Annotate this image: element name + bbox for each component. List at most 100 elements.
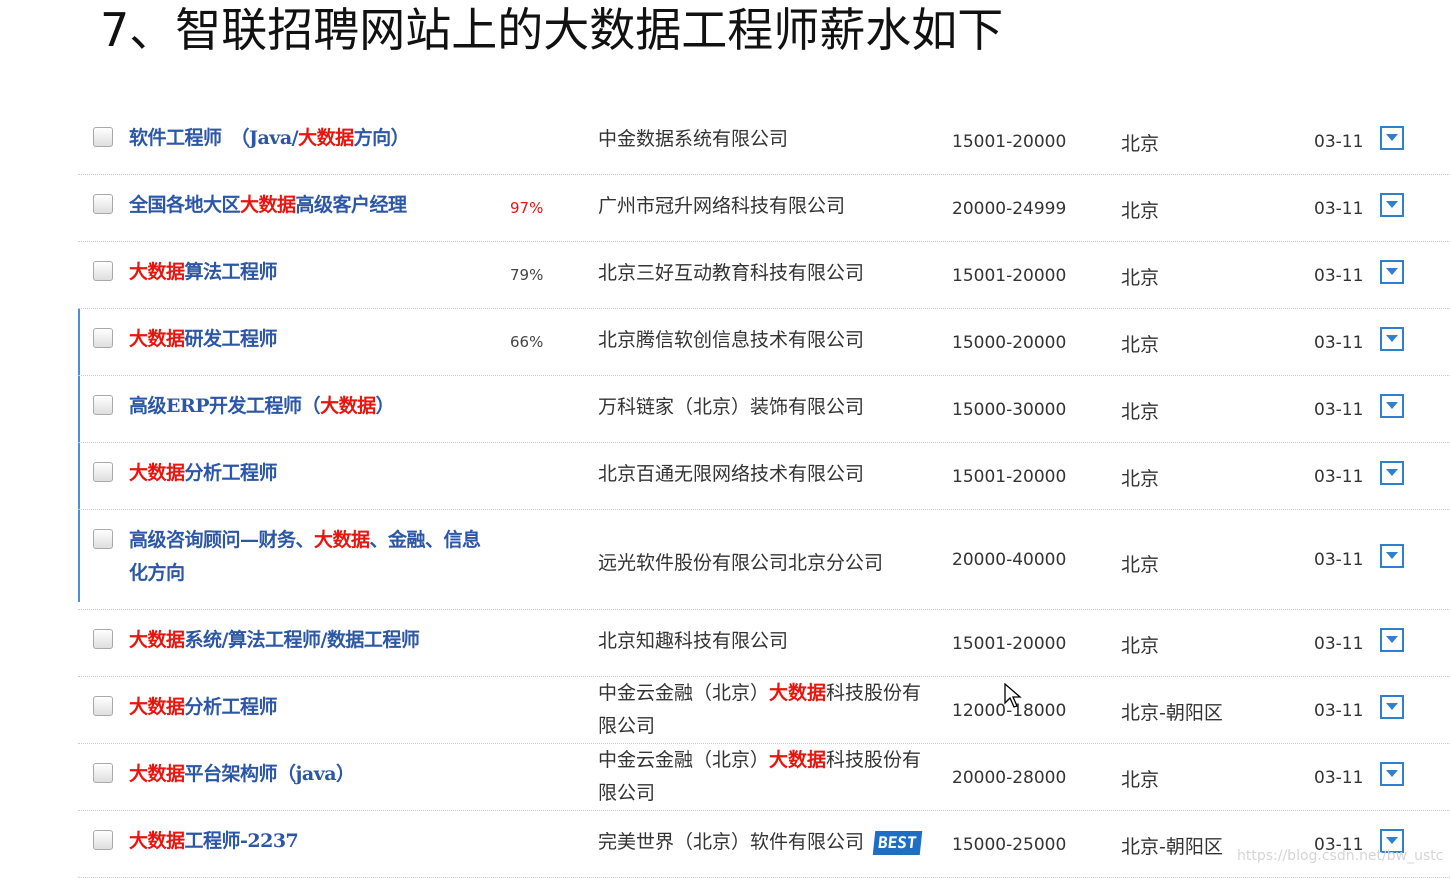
job-title-link[interactable]: 大数据研发工程师 [129, 323, 499, 356]
company-name-link[interactable]: 北京百通无限网络技术有限公司 [598, 458, 938, 491]
text-segment: 北京腾信软创信息技术有限公司 [598, 329, 865, 351]
job-city: 北京 [1121, 401, 1160, 423]
expand-row-button[interactable] [1380, 695, 1404, 719]
chevron-down-icon [1386, 469, 1398, 476]
chevron-down-icon [1386, 335, 1398, 342]
post-date: 03-11 [1314, 199, 1364, 219]
row-checkbox[interactable] [93, 395, 113, 415]
salary-range: 15001-20000 [952, 132, 1067, 152]
job-row: 大数据算法工程师 79% 北京三好互动教育科技有限公司 15001-20000 北京 03… [78, 242, 1450, 309]
job-city: 北京 [1121, 769, 1160, 791]
company-name-link[interactable]: 北京知趣科技有限公司 [598, 625, 938, 658]
job-row: 高级ERP开发工程师（大数据） 万科链家（北京）装饰有限公司 15000-30000… [78, 376, 1450, 443]
expand-row-button[interactable] [1380, 628, 1404, 652]
text-segment: 中金云金融（北京） [598, 749, 770, 771]
job-title-link[interactable]: 大数据系统/算法工程师/数据工程师 [129, 624, 499, 657]
job-row: 大数据研发工程师 66% 北京腾信软创信息技术有限公司 15000-20000 北京 03… [78, 309, 1450, 376]
row-checkbox[interactable] [93, 194, 113, 214]
watermark: https://blog.csdn.net/bw_ustc [1237, 848, 1444, 864]
job-row: 软件工程师 （Java/大数据方向） 中金数据系统有限公司 15001-20000 北… [78, 108, 1450, 175]
chevron-down-icon [1386, 770, 1398, 777]
row-checkbox[interactable] [93, 696, 113, 716]
text-segment: 方向） [353, 127, 410, 149]
expand-row-button[interactable] [1380, 126, 1404, 150]
job-city: 北京 [1121, 334, 1160, 356]
job-title-link[interactable]: 高级咨询顾问—财务、大数据、金融、信息化方向 [129, 524, 499, 590]
row-checkbox[interactable] [93, 462, 113, 482]
text-segment: 万科链家（北京）装饰有限公司 [598, 396, 865, 418]
company-name-link[interactable]: 远光软件股份有限公司北京分公司 [598, 547, 938, 580]
job-title-link[interactable]: 全国各地大区大数据高级客户经理 [129, 189, 499, 222]
job-row: 大数据分析工程师 中金云金融（北京）大数据科技股份有限公司 12000-18000 北… [78, 677, 1450, 744]
text-segment: ） [375, 395, 395, 417]
text-segment: 系统/算法工程师/数据工程师 [184, 629, 420, 651]
chevron-down-icon [1386, 134, 1398, 141]
job-city: 北京 [1121, 635, 1160, 657]
row-checkbox[interactable] [93, 261, 113, 281]
row-checkbox[interactable] [93, 328, 113, 348]
company-name-link[interactable]: 中金云金融（北京）大数据科技股份有限公司 [598, 677, 938, 743]
job-title-link[interactable]: 大数据分析工程师 [129, 691, 499, 724]
job-row: 大数据系统/算法工程师/数据工程师 北京知趣科技有限公司 15001-20000 北京… [78, 610, 1450, 677]
job-city: 北京 [1121, 554, 1160, 576]
expand-row-button[interactable] [1380, 394, 1404, 418]
chevron-down-icon [1386, 552, 1398, 559]
expand-row-button[interactable] [1380, 762, 1404, 786]
post-date: 03-11 [1314, 550, 1364, 570]
keyword-highlight: 大数据 [129, 830, 185, 852]
keyword-highlight: 大数据 [320, 395, 376, 417]
text-segment: 工程师-2237 [184, 830, 299, 852]
company-name-link[interactable]: 广州市冠升网络科技有限公司 [598, 190, 938, 223]
company-name-link[interactable]: 中金数据系统有限公司 [598, 123, 938, 156]
row-checkbox[interactable] [93, 830, 113, 850]
expand-row-button[interactable] [1380, 193, 1404, 217]
salary-range: 20000-40000 [952, 550, 1067, 570]
expand-row-button[interactable] [1380, 260, 1404, 284]
company-name-link[interactable]: 完美世界（北京）软件有限公司 BEST [598, 826, 938, 859]
text-segment: 软件工程师 （Java/ [129, 127, 299, 149]
row-checkbox[interactable] [93, 763, 113, 783]
text-segment: 北京三好互动教育科技有限公司 [598, 262, 865, 284]
job-title-link[interactable]: 大数据工程师-2237 [129, 825, 499, 858]
keyword-highlight: 大数据 [129, 328, 185, 350]
expand-row-button[interactable] [1380, 544, 1404, 568]
expand-row-button[interactable] [1380, 461, 1404, 485]
text-segment: 分析工程师 [184, 696, 278, 718]
job-title-link[interactable]: 软件工程师 （Java/大数据方向） [129, 122, 499, 155]
company-name-link[interactable]: 北京腾信软创信息技术有限公司 [598, 324, 938, 357]
keyword-highlight: 大数据 [129, 462, 185, 484]
row-checkbox[interactable] [93, 529, 113, 549]
job-title-link[interactable]: 大数据分析工程师 [129, 457, 499, 490]
keyword-highlight: 大数据 [240, 194, 296, 216]
job-city: 北京-朝阳区 [1121, 702, 1223, 724]
chevron-down-icon [1386, 268, 1398, 275]
company-name-link[interactable]: 万科链家（北京）装饰有限公司 [598, 391, 938, 424]
job-title-link[interactable]: 大数据算法工程师 [129, 256, 499, 289]
text-segment: 分析工程师 [184, 462, 278, 484]
post-date: 03-11 [1314, 768, 1364, 788]
job-row: 全国各地大区大数据高级客户经理 97% 广州市冠升网络科技有限公司 20000-249… [78, 175, 1450, 242]
job-city: 北京 [1121, 200, 1160, 222]
job-city: 北京-朝阳区 [1121, 836, 1223, 858]
mouse-cursor-icon [1004, 683, 1022, 708]
company-name-link[interactable]: 北京三好互动教育科技有限公司 [598, 257, 938, 290]
text-segment: 高级客户经理 [295, 194, 408, 216]
text-segment: 中金数据系统有限公司 [598, 128, 789, 150]
job-list: 软件工程师 （Java/大数据方向） 中金数据系统有限公司 15001-20000 北… [78, 108, 1450, 878]
job-city: 北京 [1121, 133, 1160, 155]
post-date: 03-11 [1314, 467, 1364, 487]
job-row: 大数据工程师-2237 完美世界（北京）软件有限公司 BEST 15000-25000… [78, 811, 1450, 878]
salary-range: 15001-20000 [952, 467, 1067, 487]
page-title: 7、智联招聘网站上的大数据工程师薪水如下 [100, 3, 1004, 57]
row-checkbox[interactable] [93, 629, 113, 649]
company-name-link[interactable]: 中金云金融（北京）大数据科技股份有限公司 [598, 744, 938, 810]
expand-row-button[interactable] [1380, 327, 1404, 351]
job-title-link[interactable]: 高级ERP开发工程师（大数据） [129, 390, 499, 423]
job-title-link[interactable]: 大数据平台架构师（java） [129, 758, 499, 791]
chevron-down-icon [1386, 201, 1398, 208]
keyword-highlight: 大数据 [298, 127, 354, 149]
text-segment: 北京百通无限网络技术有限公司 [598, 463, 865, 485]
job-row: 高级咨询顾问—财务、大数据、金融、信息化方向 远光软件股份有限公司北京分公司 200… [78, 510, 1450, 610]
row-checkbox[interactable] [93, 127, 113, 147]
text-segment: 完美世界（北京）软件有限公司 [598, 831, 865, 853]
